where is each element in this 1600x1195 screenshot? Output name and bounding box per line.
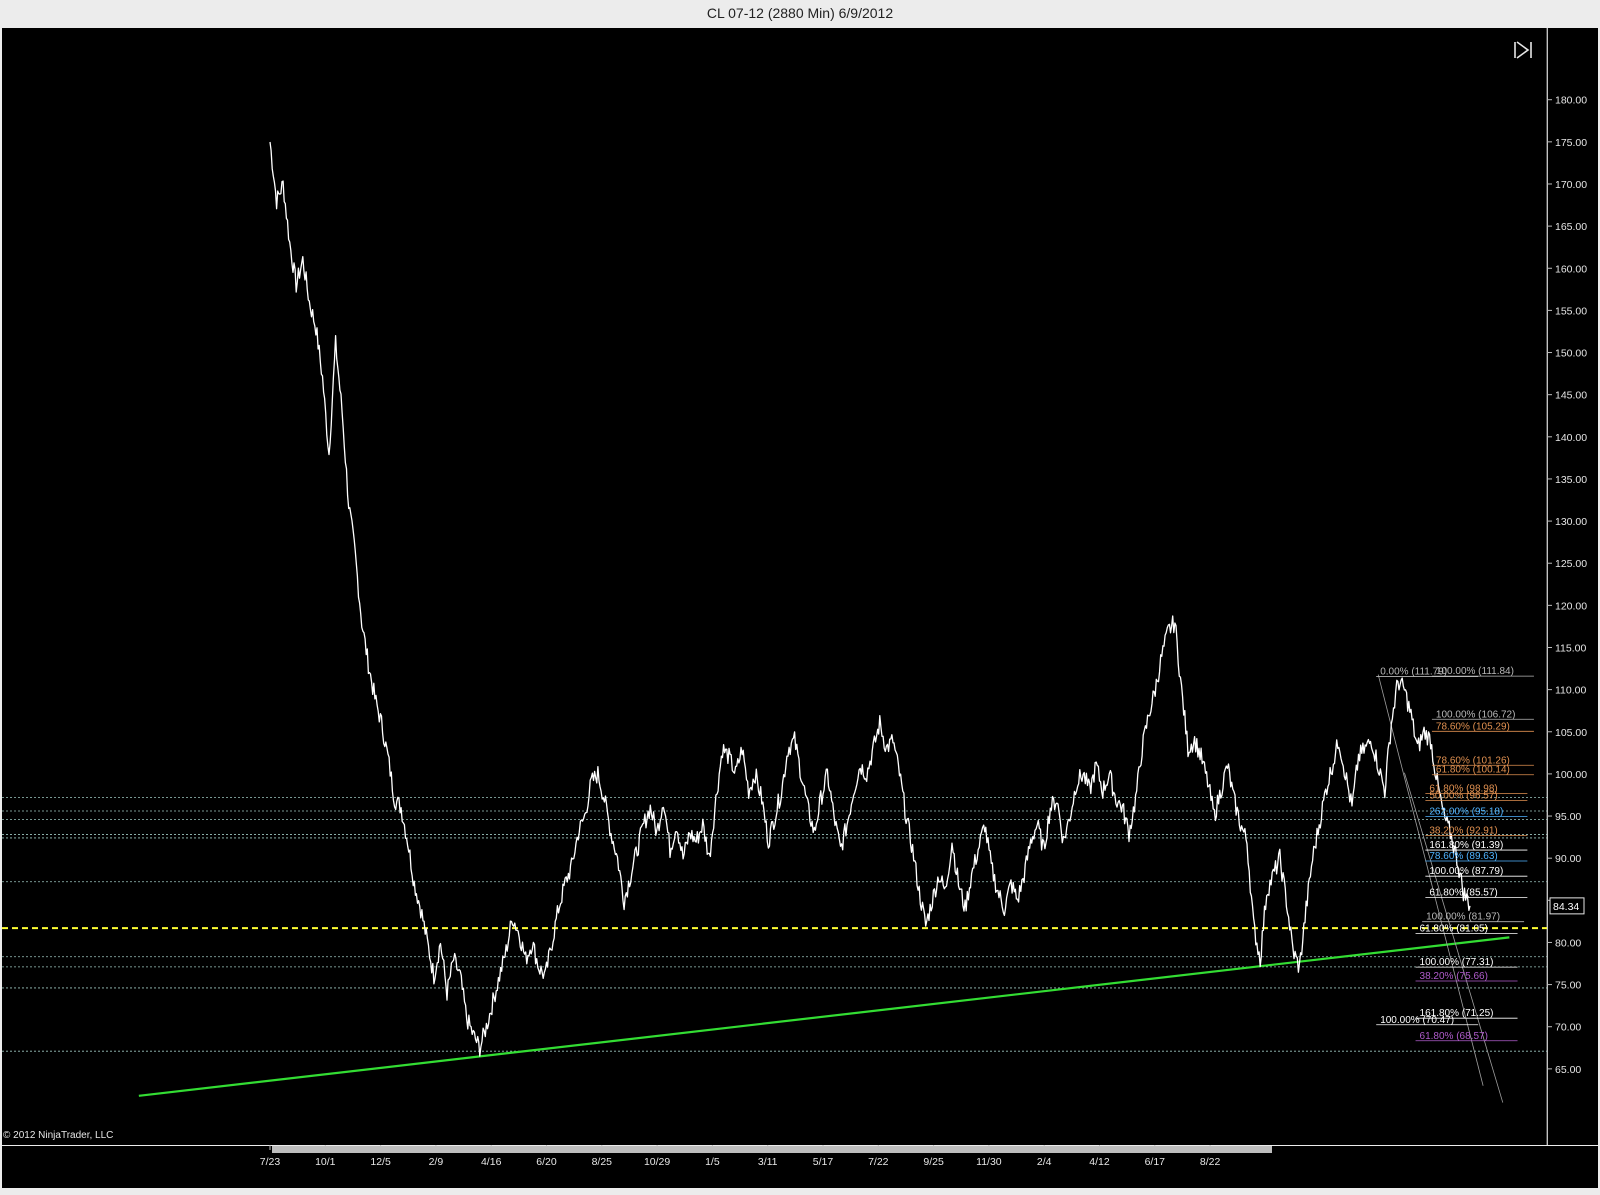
x-axis-tick-label: 8/25 (592, 1156, 613, 1168)
x-axis-tick-label: 4/16 (481, 1156, 502, 1168)
y-axis-tick-label: 140.00 (1555, 432, 1587, 444)
x-axis-tick-label: 2/9 (429, 1156, 444, 1168)
y-axis-tick-label: 155.00 (1555, 305, 1587, 317)
fib-level-label: 100.00% (106.72) (1436, 709, 1516, 720)
x-axis-tick-label: 6/17 (1145, 1156, 1166, 1168)
y-axis-tick-label: 130.00 (1555, 516, 1587, 528)
y-axis-tick-label: 95.00 (1555, 811, 1581, 823)
x-axis-tick-label: 2/4 (1037, 1156, 1052, 1168)
x-axis-tick-label: 5/17 (813, 1156, 834, 1168)
x-axis-tick-label: 6/20 (536, 1156, 557, 1168)
fib-level-label: 38.20% (92.91) (1429, 826, 1497, 837)
fib-level-label: 262.00% (95.18) (1429, 807, 1503, 818)
fib-level-label: 50.00% (96.57) (1429, 790, 1497, 801)
fib-level-label: 61.80% (81.05) (1420, 923, 1488, 934)
price-chart[interactable]: 0.00% (111.79)100.00% (111.84)100.00% (1… (0, 26, 1600, 1190)
fib-level-label: 78.60% (89.63) (1429, 851, 1497, 862)
fib-level-label: 100.00% (70.47) (1380, 1015, 1454, 1026)
y-axis-tick-label: 80.00 (1555, 937, 1581, 949)
y-axis-tick-label: 125.00 (1555, 558, 1587, 570)
y-axis-tick-label: 90.00 (1555, 853, 1581, 865)
y-axis-tick-label: 135.00 (1555, 474, 1587, 486)
fib-level-label: 61.80% (100.14) (1436, 765, 1510, 776)
time-scrollbar[interactable] (272, 1146, 1272, 1153)
y-axis-tick-label: 65.00 (1555, 1064, 1581, 1076)
price-axis-area[interactable] (1548, 28, 1598, 1145)
fib-level-label: 100.00% (111.84) (1436, 666, 1514, 677)
y-axis-tick-label: 100.00 (1555, 769, 1587, 781)
fib-level-label: 100.00% (81.97) (1426, 912, 1500, 923)
y-axis-tick-label: 115.00 (1555, 642, 1586, 654)
x-axis-tick-label: 8/22 (1200, 1156, 1221, 1168)
x-axis-tick-label: 12/5 (370, 1156, 391, 1168)
x-axis-tick-label: 7/23 (260, 1156, 281, 1168)
fib-level-label: 38.20% (75.66) (1420, 971, 1488, 982)
y-axis-tick-label: 165.00 (1555, 221, 1587, 233)
fib-level-label: 161.80% (91.39) (1429, 840, 1503, 851)
x-axis-tick-label: 11/30 (976, 1156, 1002, 1168)
x-axis-tick-label: 7/22 (868, 1156, 889, 1168)
y-axis-tick-label: 120.00 (1555, 600, 1587, 612)
y-axis-tick-label: 180.00 (1555, 95, 1587, 107)
chart-title: CL 07-12 (2880 Min) 6/9/2012 (706, 5, 894, 21)
fib-level-label: 61.80% (68.57) (1420, 1031, 1488, 1042)
copyright-notice: © 2012 NinjaTrader, LLC (3, 1130, 114, 1141)
x-axis-tick-label: 10/1 (315, 1156, 336, 1168)
x-axis-tick-label: 3/11 (758, 1156, 778, 1168)
plot-area[interactable] (2, 28, 1547, 1145)
y-axis-tick-label: 75.00 (1555, 980, 1581, 992)
fib-level-label: 100.00% (87.79) (1429, 866, 1503, 877)
y-axis-tick-label: 145.00 (1555, 390, 1587, 402)
y-axis-tick-label: 105.00 (1555, 727, 1587, 739)
last-price-label: 84.34 (1553, 901, 1579, 913)
x-axis-tick-label: 4/12 (1089, 1156, 1110, 1168)
y-axis-tick-label: 175.00 (1555, 137, 1587, 149)
fib-level-label: 61.80% (85.57) (1429, 888, 1497, 899)
chart-panel[interactable]: 0.00% (111.79) 100.00% (111.84) 100.00% (1… (0, 26, 1600, 1190)
y-axis-tick-label: 70.00 (1555, 1022, 1581, 1034)
y-axis-tick-label: 110.00 (1555, 685, 1586, 697)
y-axis-tick-label: 170.00 (1555, 179, 1587, 191)
x-axis-tick-label: 1/5 (705, 1156, 720, 1168)
y-axis-tick-label: 160.00 (1555, 263, 1587, 275)
fib-level-label: 100.00% (77.31) (1420, 957, 1494, 968)
y-axis-tick-label: 150.00 (1555, 348, 1587, 360)
fib-level-label: 78.60% (105.29) (1436, 721, 1510, 732)
x-axis-tick-label: 10/29 (644, 1156, 670, 1168)
x-axis-tick-label: 9/25 (923, 1156, 944, 1168)
